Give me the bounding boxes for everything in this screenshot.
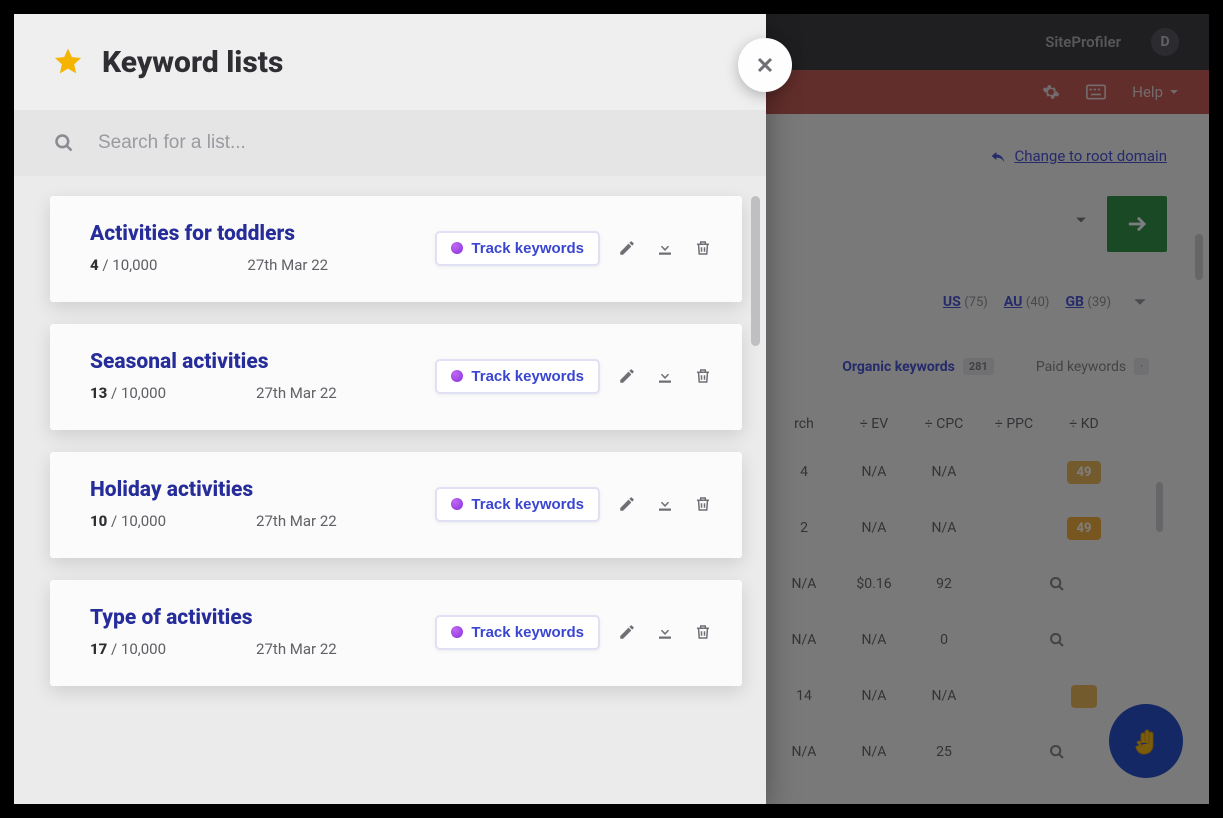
close-button[interactable]: [738, 38, 792, 92]
keyword-list-title[interactable]: Holiday activities: [90, 478, 435, 502]
download-button[interactable]: [654, 237, 676, 259]
trash-icon: [694, 623, 712, 641]
keyword-list-date: 27th Mar 22: [256, 640, 337, 658]
keyword-list-title[interactable]: Activities for toddlers: [90, 222, 435, 246]
download-button[interactable]: [654, 621, 676, 643]
trash-icon: [694, 367, 712, 385]
track-dot-icon: [451, 498, 463, 510]
download-icon: [656, 367, 674, 385]
keyword-list-title[interactable]: Type of activities: [90, 606, 435, 630]
modal-search-bar: [14, 110, 766, 176]
keyword-list-count: 13 / 10,000: [90, 384, 166, 402]
modal-header: Keyword lists: [14, 14, 766, 110]
keyword-list-count: 10 / 10,000: [90, 512, 166, 530]
modal-list-area: Activities for toddlers 4 / 10,000 27th …: [14, 176, 766, 804]
track-keywords-button[interactable]: Track keywords: [435, 487, 600, 522]
track-dot-icon: [451, 626, 463, 638]
track-dot-icon: [451, 370, 463, 382]
keyword-list-title[interactable]: Seasonal activities: [90, 350, 435, 374]
keyword-list-card: Type of activities 17 / 10,000 27th Mar …: [50, 580, 742, 686]
track-keywords-button[interactable]: Track keywords: [435, 615, 600, 650]
search-input[interactable]: [98, 132, 726, 154]
delete-button[interactable]: [692, 237, 714, 259]
track-dot-icon: [451, 242, 463, 254]
download-icon: [656, 495, 674, 513]
trash-icon: [694, 495, 712, 513]
delete-button[interactable]: [692, 493, 714, 515]
pencil-icon: [618, 239, 636, 257]
pencil-icon: [618, 367, 636, 385]
delete-button[interactable]: [692, 621, 714, 643]
modal-title: Keyword lists: [102, 45, 283, 80]
edit-button[interactable]: [616, 493, 638, 515]
keyword-list-date: 27th Mar 22: [247, 256, 328, 274]
download-icon: [656, 239, 674, 257]
close-icon: [756, 56, 774, 74]
track-keywords-button[interactable]: Track keywords: [435, 231, 600, 266]
trash-icon: [694, 239, 712, 257]
pencil-icon: [618, 495, 636, 513]
download-button[interactable]: [654, 493, 676, 515]
keyword-lists-modal: Keyword lists Activities for toddlers 4 …: [14, 14, 766, 804]
keyword-list-count: 17 / 10,000: [90, 640, 166, 658]
search-icon: [54, 133, 74, 153]
edit-button[interactable]: [616, 237, 638, 259]
download-icon: [656, 623, 674, 641]
keyword-list-card: Seasonal activities 13 / 10,000 27th Mar…: [50, 324, 742, 430]
track-keywords-button[interactable]: Track keywords: [435, 359, 600, 394]
keyword-list-card: Activities for toddlers 4 / 10,000 27th …: [50, 196, 742, 302]
download-button[interactable]: [654, 365, 676, 387]
keyword-list-date: 27th Mar 22: [256, 512, 337, 530]
pencil-icon: [618, 623, 636, 641]
keyword-list-count: 4 / 10,000: [90, 256, 157, 274]
keyword-list-date: 27th Mar 22: [256, 384, 337, 402]
edit-button[interactable]: [616, 621, 638, 643]
edit-button[interactable]: [616, 365, 638, 387]
star-icon: [52, 46, 84, 78]
delete-button[interactable]: [692, 365, 714, 387]
modal-scrollbar[interactable]: [751, 196, 760, 346]
keyword-list-card: Holiday activities 10 / 10,000 27th Mar …: [50, 452, 742, 558]
